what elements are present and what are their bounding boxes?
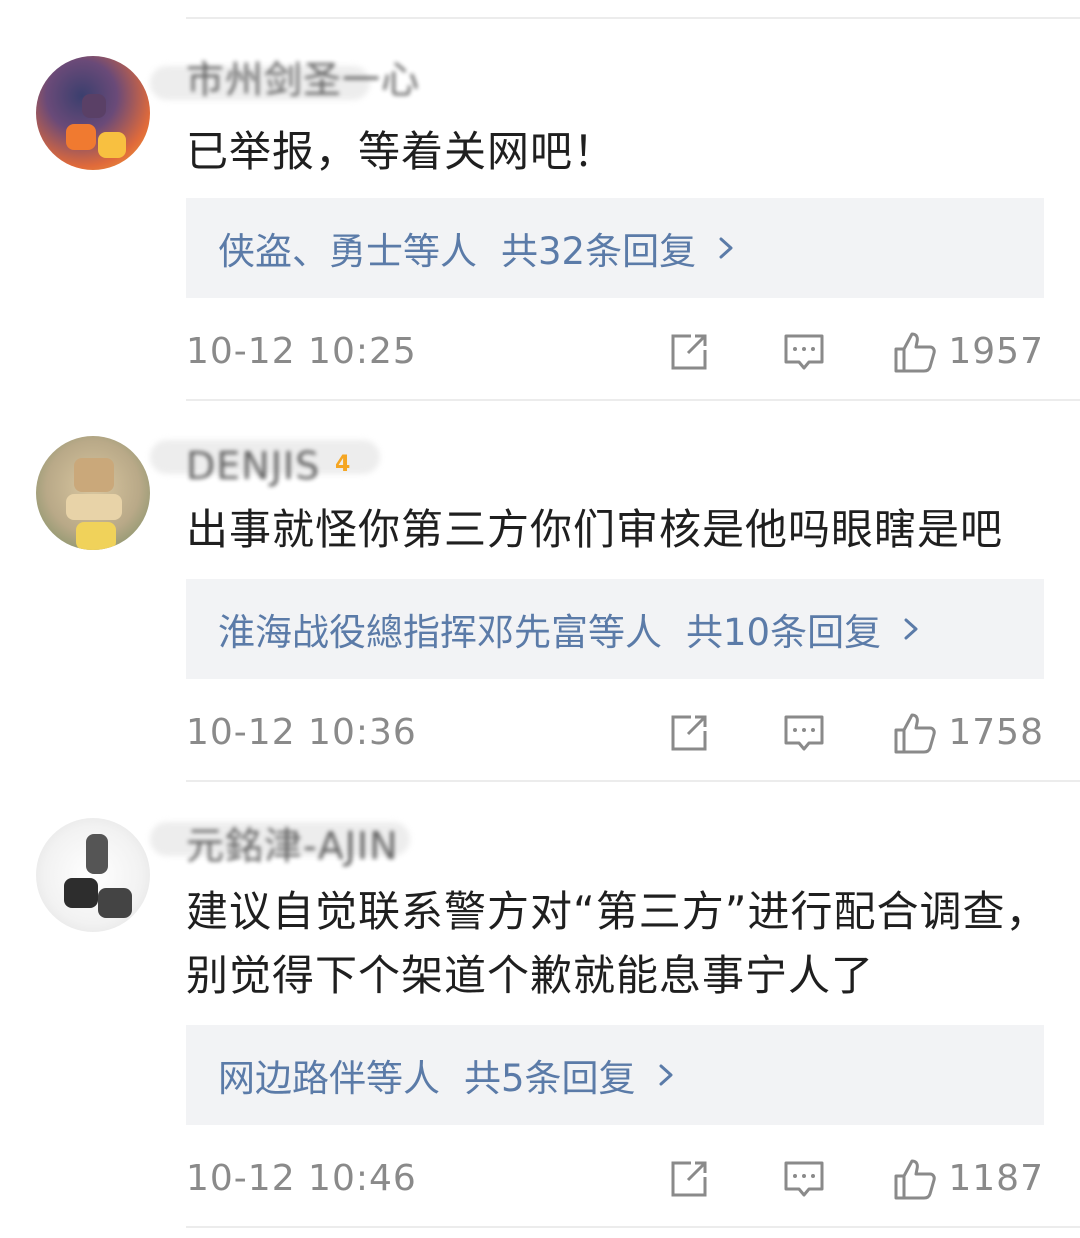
reply-etal: 等人 xyxy=(366,1057,440,1100)
avatar[interactable] xyxy=(36,818,150,932)
reply-names: 网边路伴 xyxy=(218,1057,366,1100)
divider xyxy=(186,1226,1080,1228)
reply-count: 共5条回复 xyxy=(464,1057,636,1100)
chevron-right-icon xyxy=(659,1064,673,1086)
like-count: 1187 xyxy=(948,1158,1044,1199)
comment-text: 建议自觉联系警方对“第三方”进行配合调查，别觉得下个架道个歉就能息事宁人了 xyxy=(186,887,1049,1000)
comment-meta: 10-12 10:46 1187 xyxy=(186,1154,1044,1204)
username[interactable]: 元銘津-AJIN xyxy=(186,822,399,870)
comment-item: 元銘津-AJIN 建议自觉联系警方对“第三方”进行配合调查，别觉得下个架道个歉就… xyxy=(0,0,1080,1238)
timestamp: 10-12 10:46 xyxy=(186,1158,417,1199)
replies-preview[interactable]: 网边路伴 等人 共5条回复 xyxy=(186,1025,1044,1125)
comment-feed: 市州剑圣一心 已举报，等着关网吧！ 侠盗、勇士 等人 共32条回复 10-12 … xyxy=(0,0,1080,1238)
thumbs-up-icon[interactable] xyxy=(892,1156,938,1202)
share-icon[interactable] xyxy=(666,1156,712,1202)
comment-icon[interactable] xyxy=(781,1156,827,1202)
